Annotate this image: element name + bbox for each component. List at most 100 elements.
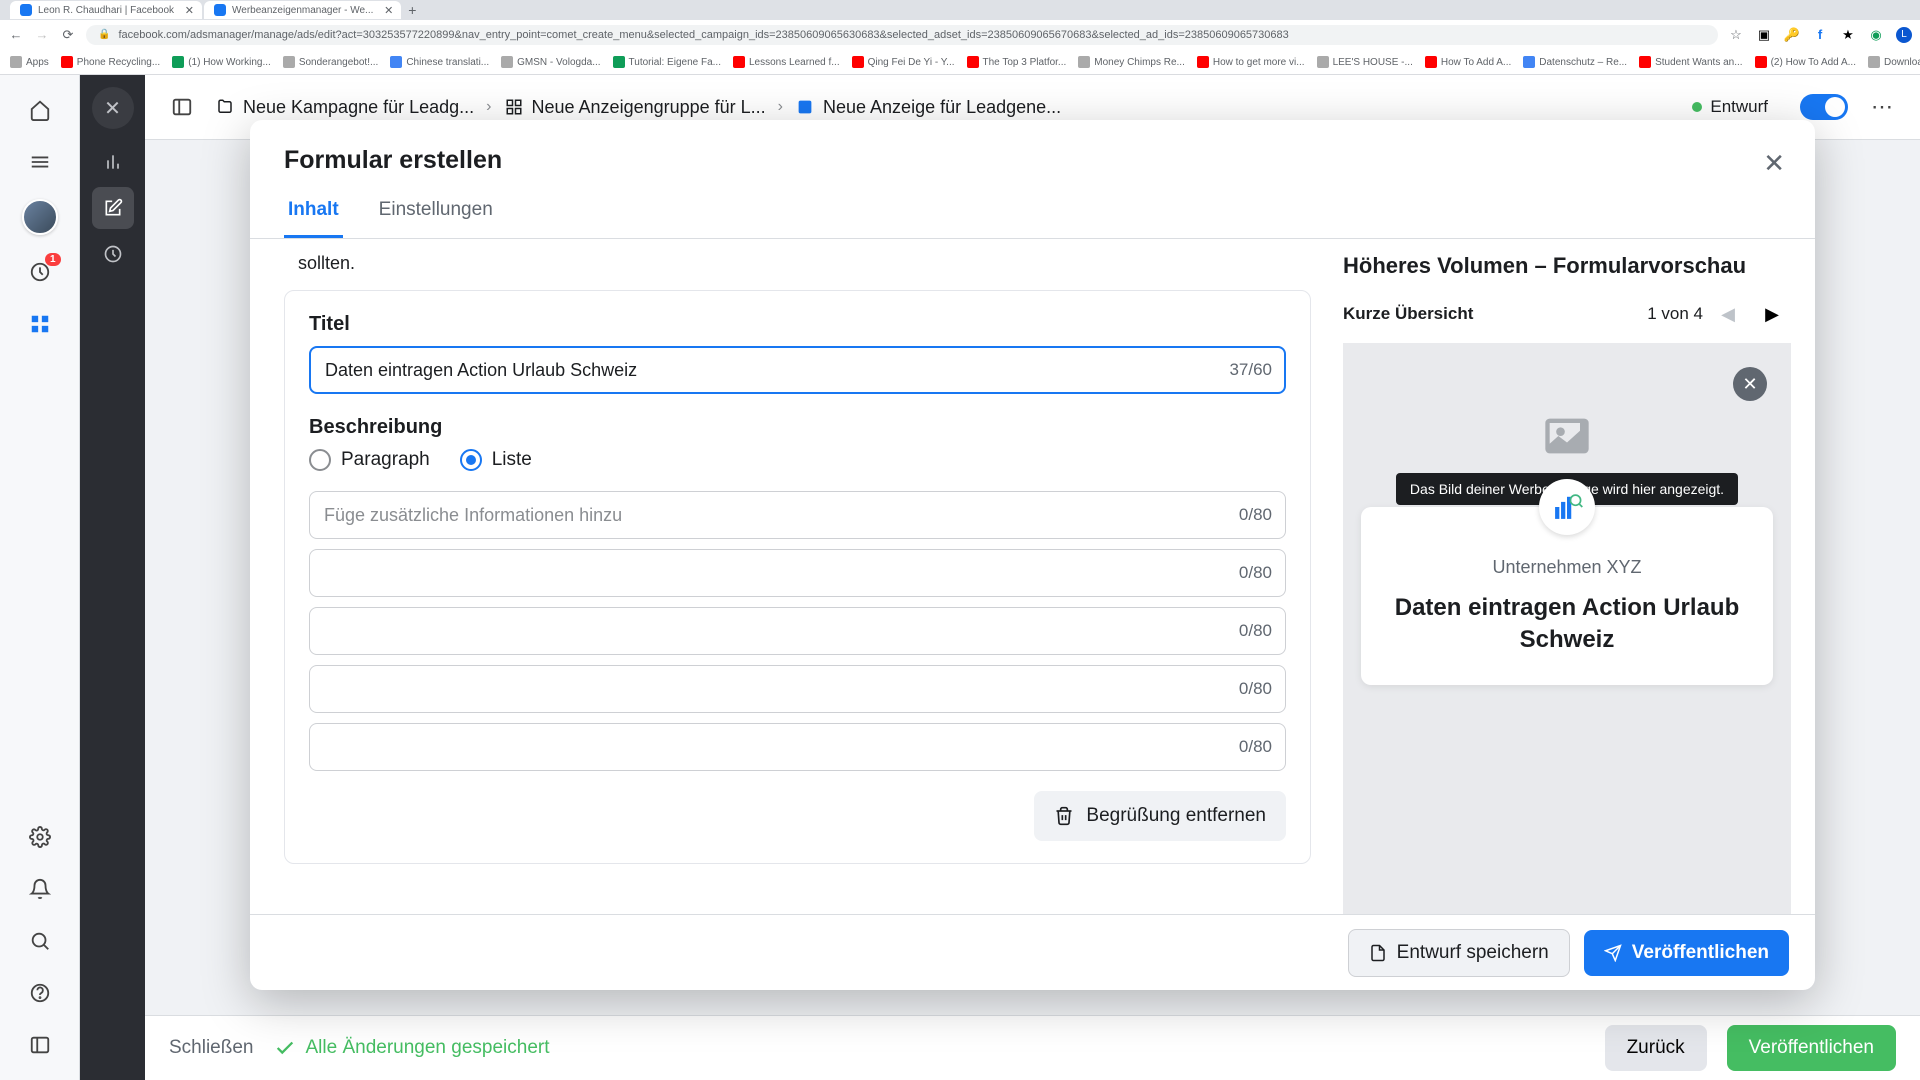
search-icon[interactable] xyxy=(25,926,55,956)
title-char-count: 37/60 xyxy=(1229,360,1272,380)
help-icon[interactable] xyxy=(25,978,55,1008)
menu-icon[interactable] xyxy=(25,147,55,177)
preview-company: Unternehmen XYZ xyxy=(1383,557,1751,578)
nav-forward-icon[interactable]: → xyxy=(34,27,50,43)
list-input-1[interactable] xyxy=(309,491,1286,539)
bookmark-favicon-icon xyxy=(1425,56,1437,68)
send-icon xyxy=(1604,944,1622,962)
bookmark-item[interactable]: Phone Recycling... xyxy=(61,56,160,68)
next-step-icon[interactable]: ▶ xyxy=(1753,295,1791,333)
nav-reload-icon[interactable]: ⟳ xyxy=(60,27,76,43)
history-icon[interactable] xyxy=(92,233,134,275)
pwd-icon[interactable]: 🔑 xyxy=(1784,27,1800,43)
ext-puzzle-icon[interactable]: ★ xyxy=(1840,27,1856,43)
dashboard-icon[interactable]: 1 xyxy=(25,257,55,287)
editor-panel-rail: ✕ xyxy=(80,75,145,1080)
bookmark-item[interactable]: GMSN - Vologda... xyxy=(501,56,600,68)
settings-icon[interactable] xyxy=(25,822,55,852)
list-char-count: 0/80 xyxy=(1239,679,1272,699)
list-input-3[interactable] xyxy=(309,607,1286,655)
bookmark-favicon-icon xyxy=(390,56,402,68)
description-field-label: Beschreibung xyxy=(309,416,1286,439)
bookmark-item[interactable]: Student Wants an... xyxy=(1639,56,1742,68)
edit-icon[interactable] xyxy=(92,187,134,229)
list-input-2[interactable] xyxy=(309,549,1286,597)
bookmark-item[interactable]: (1) How Working... xyxy=(172,56,271,68)
tab-close-icon[interactable]: ✕ xyxy=(185,4,194,17)
notification-badge: 1 xyxy=(45,253,61,266)
url-text: facebook.com/adsmanager/manage/ads/edit?… xyxy=(118,29,1288,41)
favicon-icon xyxy=(20,4,32,16)
url-bar[interactable]: 🔒 facebook.com/adsmanager/manage/ads/edi… xyxy=(86,25,1718,45)
bookmark-item[interactable]: Qing Fei De Yi - Y... xyxy=(852,56,955,68)
bookmark-item[interactable]: How to get more vi... xyxy=(1197,56,1305,68)
radio-paragraph[interactable]: Paragraph xyxy=(309,449,430,471)
create-form-modal: ✕ Formular erstellen Inhalt Einstellunge… xyxy=(250,120,1815,990)
user-avatar[interactable] xyxy=(22,199,58,235)
video-icon[interactable]: ▣ xyxy=(1756,27,1772,43)
radio-icon xyxy=(309,449,331,471)
avatar-icon[interactable]: L xyxy=(1896,27,1912,43)
title-field-label: Titel xyxy=(309,313,1286,336)
bookmark-favicon-icon xyxy=(1317,56,1329,68)
browser-tab[interactable]: Leon R. Chaudhari | Facebook ✕ xyxy=(10,1,202,19)
tab-title: Leon R. Chaudhari | Facebook xyxy=(38,5,174,16)
browser-tab-active[interactable]: Werbeanzeigenmanager - We... ✕ xyxy=(204,1,401,19)
list-char-count: 0/80 xyxy=(1239,563,1272,583)
bookmark-item[interactable]: Apps xyxy=(10,56,49,68)
bookmark-favicon-icon xyxy=(1639,56,1651,68)
save-draft-button[interactable]: Entwurf speichern xyxy=(1348,929,1570,977)
bookmark-item[interactable]: (2) How To Add A... xyxy=(1755,56,1856,68)
ext-green-icon[interactable]: ◉ xyxy=(1868,27,1884,43)
tab-settings[interactable]: Einstellungen xyxy=(375,189,497,238)
bookmark-favicon-icon xyxy=(852,56,864,68)
list-char-count: 0/80 xyxy=(1239,505,1272,525)
bookmark-favicon-icon xyxy=(1523,56,1535,68)
remove-greeting-button[interactable]: Begrüßung entfernen xyxy=(1034,791,1286,841)
bookmark-item[interactable]: Tutorial: Eigene Fa... xyxy=(613,56,721,68)
trash-icon xyxy=(1054,806,1074,826)
bookmark-item[interactable]: Money Chimps Re... xyxy=(1078,56,1185,68)
bookmark-item[interactable]: Datenschutz – Re... xyxy=(1523,56,1627,68)
company-logo-icon xyxy=(1539,479,1595,535)
bookmark-item[interactable]: Lessons Learned f... xyxy=(733,56,840,68)
list-char-count: 0/80 xyxy=(1239,621,1272,641)
favicon-icon xyxy=(214,4,226,16)
preview-step-label: Kurze Übersicht xyxy=(1343,304,1473,324)
prev-step-icon[interactable]: ◀ xyxy=(1709,295,1747,333)
radio-icon xyxy=(460,449,482,471)
list-input-5[interactable] xyxy=(309,723,1286,771)
title-input[interactable] xyxy=(309,346,1286,394)
image-placeholder-icon xyxy=(1541,410,1593,462)
browser-tab-strip: Leon R. Chaudhari | Facebook ✕ Werbeanze… xyxy=(0,0,1920,20)
bookmark-item[interactable]: LEE'S HOUSE -... xyxy=(1317,56,1413,68)
bookmark-item[interactable]: The Top 3 Platfor... xyxy=(967,56,1067,68)
truncated-helper-text: sollten. xyxy=(284,249,1311,282)
bookmark-item[interactable]: Sonderangebot!... xyxy=(283,56,379,68)
new-tab-button[interactable]: + xyxy=(403,1,421,19)
bookmark-bar: Apps Phone Recycling... (1) How Working...… xyxy=(0,49,1920,75)
close-editor-button[interactable]: ✕ xyxy=(92,87,134,129)
facebook-left-rail: 1 xyxy=(0,75,80,1080)
bookmark-star-icon[interactable]: ☆ xyxy=(1728,27,1744,43)
list-input-4[interactable] xyxy=(309,665,1286,713)
bookmark-favicon-icon xyxy=(1197,56,1209,68)
bookmark-item[interactable]: Chinese translati... xyxy=(390,56,489,68)
ext-fb-icon[interactable]: f xyxy=(1812,27,1828,43)
modal-close-icon[interactable]: ✕ xyxy=(1763,148,1785,179)
ads-manager-icon[interactable] xyxy=(25,309,55,339)
tab-content[interactable]: Inhalt xyxy=(284,189,343,238)
tab-close-icon[interactable]: ✕ xyxy=(384,4,393,17)
bell-icon[interactable] xyxy=(25,874,55,904)
home-icon[interactable] xyxy=(25,95,55,125)
bookmark-item[interactable]: Download - Cooki... xyxy=(1868,56,1920,68)
bookmark-item[interactable]: How To Add A... xyxy=(1425,56,1511,68)
chart-icon[interactable] xyxy=(92,141,134,183)
modal-title: Formular erstellen xyxy=(284,146,1781,175)
radio-list[interactable]: Liste xyxy=(460,449,532,471)
preview-step-count: 1 von 4 xyxy=(1647,304,1703,324)
collapse-icon[interactable] xyxy=(25,1030,55,1060)
modal-overlay: ✕ Formular erstellen Inhalt Einstellunge… xyxy=(145,75,1920,1080)
nav-back-icon[interactable]: ← xyxy=(8,27,24,43)
modal-publish-button[interactable]: Veröffentlichen xyxy=(1584,930,1789,976)
